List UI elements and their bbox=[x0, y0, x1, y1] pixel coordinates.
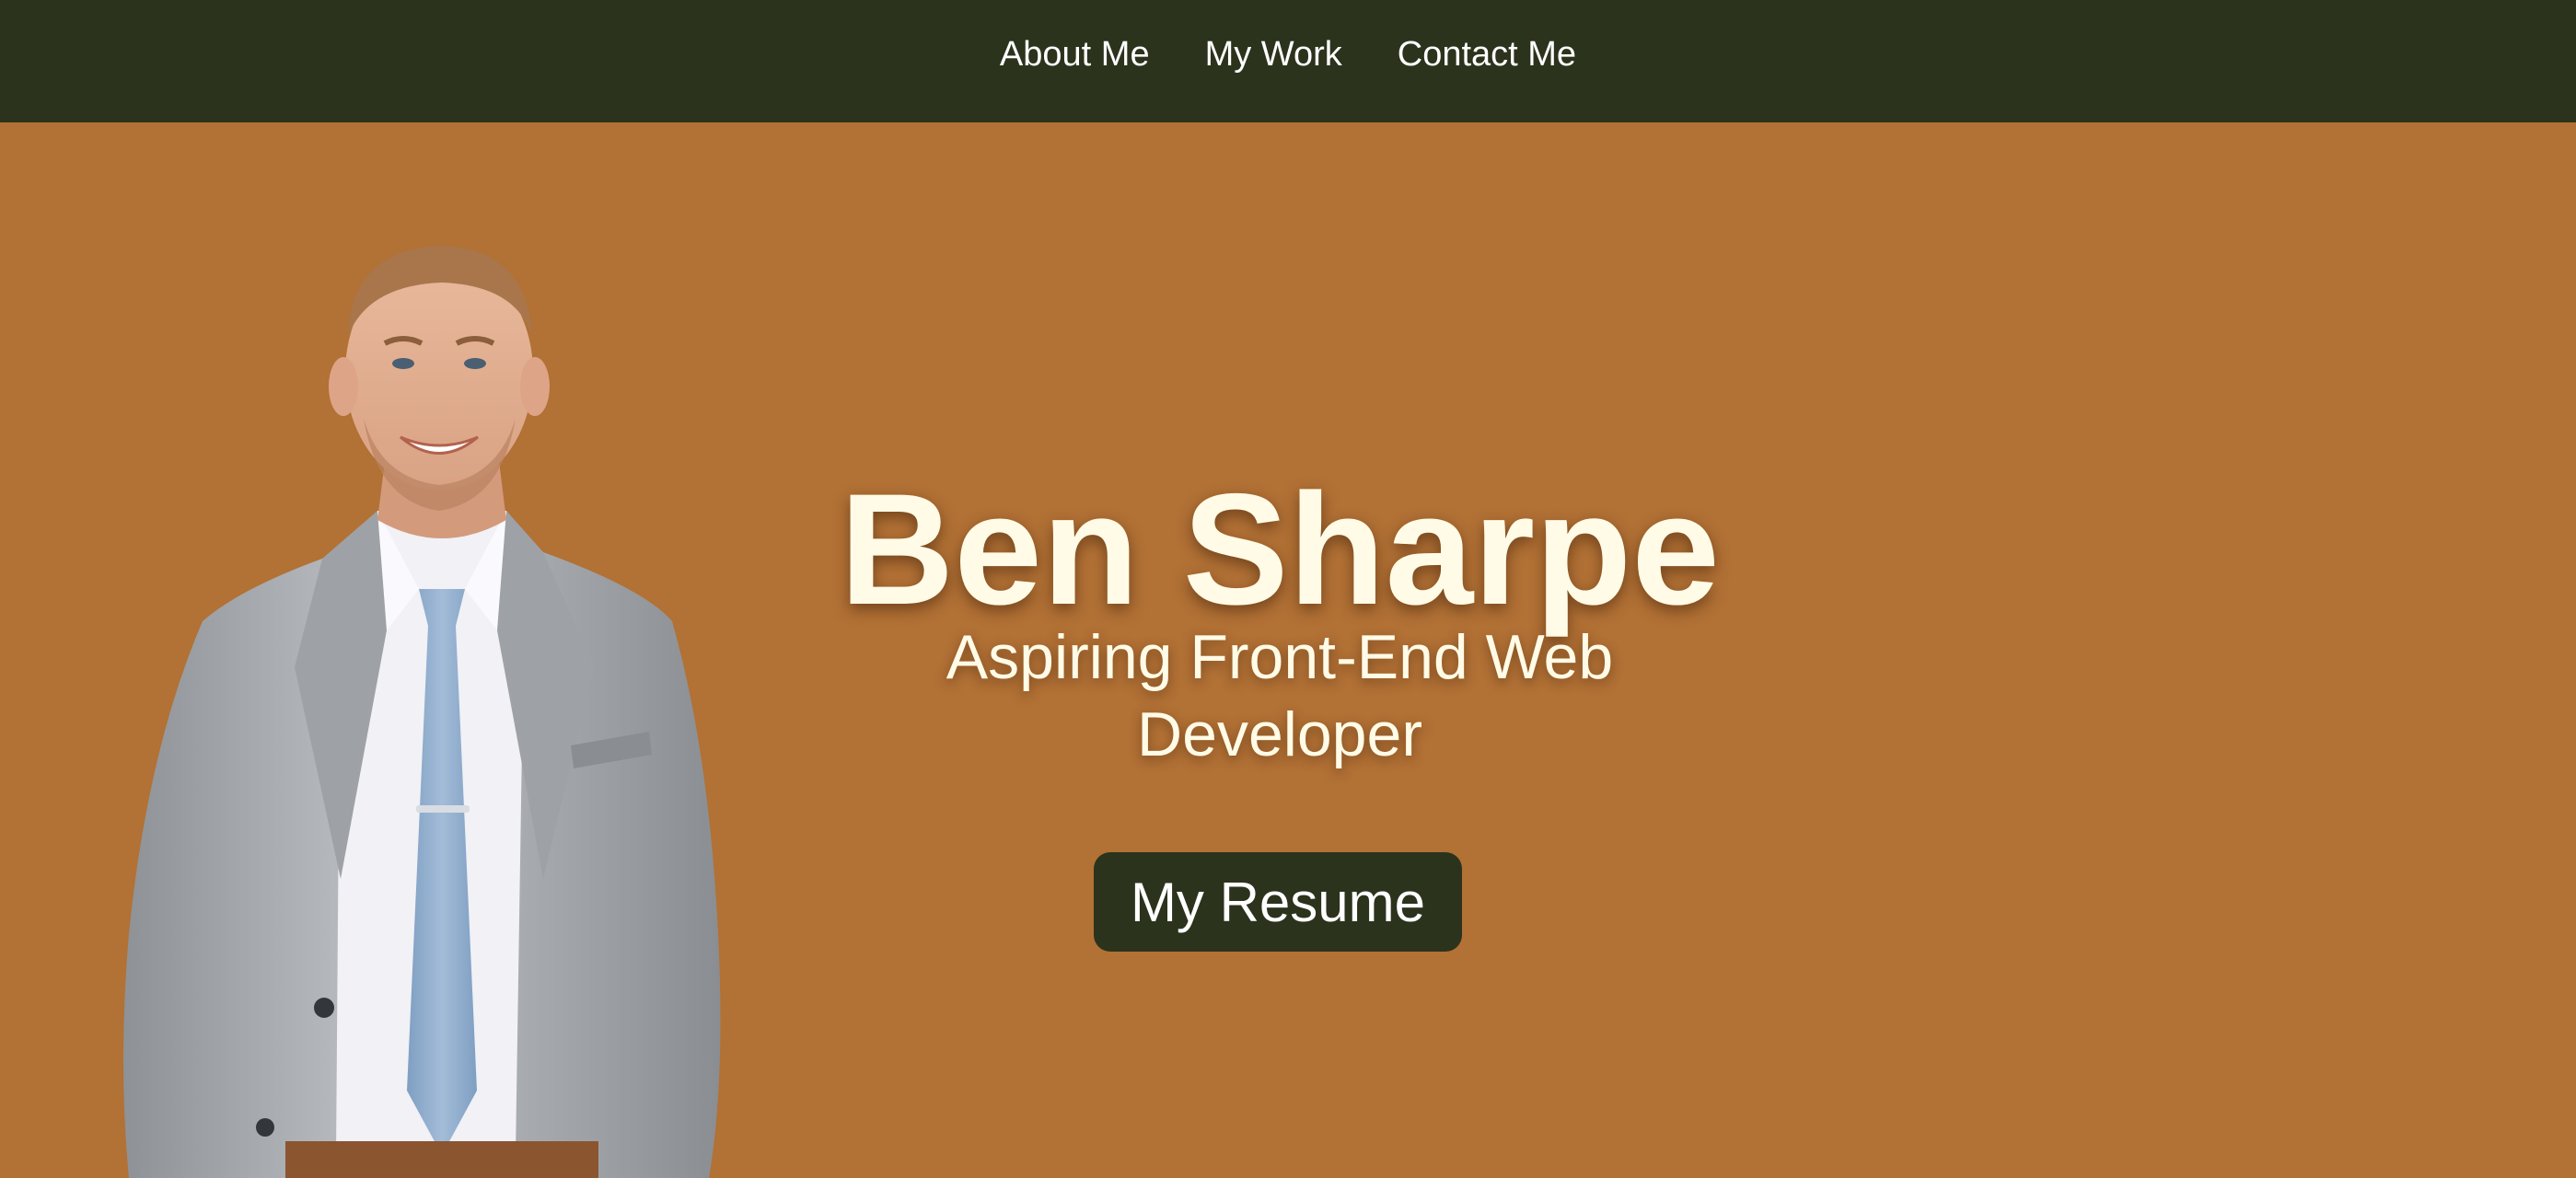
nav-link-contact-me[interactable]: Contact Me bbox=[1398, 35, 1576, 75]
hero-subtitle: Aspiring Front-End Web Developer bbox=[902, 618, 1657, 773]
nav-link-about-me[interactable]: About Me bbox=[1000, 35, 1150, 75]
my-resume-button[interactable]: My Resume bbox=[1094, 852, 1462, 952]
nav-link-my-work[interactable]: My Work bbox=[1205, 35, 1342, 75]
hero-subtitle-line2: Developer bbox=[1137, 699, 1422, 769]
nav-links: About Me My Work Contact Me bbox=[1000, 35, 1576, 75]
hero-subtitle-line1: Aspiring Front-End Web bbox=[946, 622, 1614, 692]
page: About Me My Work Contact Me Ben Sharpe A… bbox=[0, 0, 2576, 1178]
profile-photo bbox=[123, 246, 721, 1178]
navbar: About Me My Work Contact Me bbox=[0, 0, 2576, 122]
hero-name: Ben Sharpe bbox=[840, 461, 1720, 639]
